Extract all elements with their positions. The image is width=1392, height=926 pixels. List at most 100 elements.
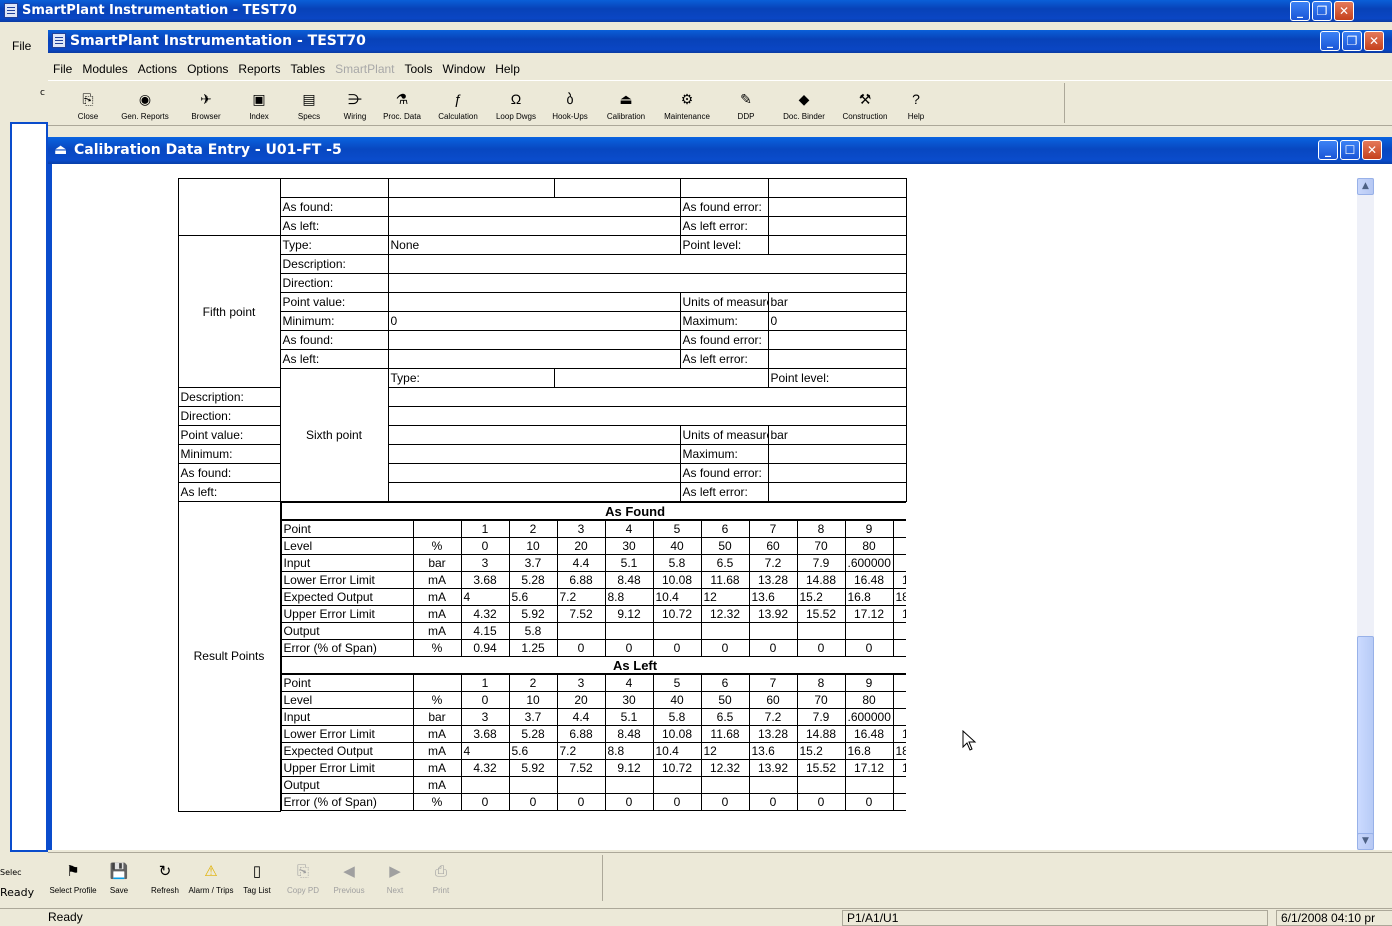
form-input[interactable] [767, 463, 907, 483]
tag-list-button[interactable]: ▯ Tag List [234, 855, 280, 899]
sixth-type-select[interactable] [553, 368, 769, 388]
result-cell[interactable] [796, 622, 846, 640]
copy-pd-button[interactable]: ⎘ Copy PD [280, 855, 326, 899]
fifth-units-value[interactable]: bar [767, 292, 907, 312]
save-button[interactable]: 💾 Save [96, 855, 142, 899]
inner-minimize-button[interactable]: _ [1320, 31, 1340, 51]
menu-item-smartplant[interactable]: SmartPlant [330, 62, 399, 76]
result-cell[interactable] [844, 776, 894, 794]
menu-item-file[interactable]: File [48, 62, 77, 76]
child-close-button[interactable]: ✕ [1362, 140, 1382, 160]
result-cell[interactable] [556, 776, 606, 794]
result-cell[interactable] [508, 776, 558, 794]
form-input[interactable] [387, 349, 681, 369]
outer-file-menu[interactable]: File [12, 39, 31, 53]
toolbar-proc-data-button[interactable]: ⚗ Proc. Data [376, 83, 428, 123]
maintenance-icon: ⚙ [680, 91, 694, 107]
child-minimize-button[interactable]: _ [1318, 140, 1338, 160]
menu-item-modules[interactable]: Modules [77, 62, 132, 76]
toolbar-construction-button[interactable]: ⚒ Construction [834, 83, 896, 123]
toolbar-index-button[interactable]: ▣ Index [234, 83, 284, 123]
result-cell[interactable] [844, 622, 894, 640]
refresh-button[interactable]: ↻ Refresh [142, 855, 188, 899]
child-maximize-button[interactable]: ☐ [1340, 140, 1360, 160]
form-input[interactable] [767, 197, 907, 217]
form-input[interactable] [767, 330, 907, 350]
form-input[interactable] [767, 216, 907, 236]
fifth-maximum-value[interactable]: 0 [767, 311, 907, 331]
toolbar-hook-ups-button[interactable]: ბ Hook-Ups [544, 83, 596, 123]
fifth-minimum-value[interactable]: 0 [387, 311, 681, 331]
result-cell[interactable] [604, 776, 654, 794]
form-input[interactable] [387, 273, 907, 293]
result-cell[interactable]: 5.8 [508, 622, 558, 640]
toolbar-calibration-button[interactable]: ⏏ Calibration [596, 83, 656, 123]
result-cell[interactable] [892, 776, 906, 794]
alarm-trips-button[interactable]: ⚠ Alarm / Trips [188, 855, 234, 899]
scroll-up-button[interactable]: ▲ [1357, 178, 1374, 195]
menu-item-reports[interactable]: Reports [233, 62, 285, 76]
previous-button[interactable]: ◀ Previous [326, 855, 372, 899]
toolbar-doc-binder-button[interactable]: ◆ Doc. Binder [774, 83, 834, 123]
menu-item-window[interactable]: Window [438, 62, 491, 76]
form-input[interactable] [387, 330, 681, 350]
toolbar-browser-button[interactable]: ✈ Browser [178, 83, 234, 123]
wiring-icon: ⋺ [348, 91, 362, 107]
result-cell[interactable] [604, 622, 654, 640]
toolbar-loop-dwgs-button[interactable]: Ω Loop Dwgs [488, 83, 544, 123]
outer-restore-button[interactable]: ❐ [1312, 1, 1332, 21]
result-cell[interactable] [796, 776, 846, 794]
result-cell: 7.2 [556, 742, 606, 760]
form-input[interactable] [767, 444, 907, 464]
form-input[interactable] [387, 425, 681, 445]
menu-item-actions[interactable]: Actions [133, 62, 182, 76]
form-input[interactable] [387, 216, 681, 236]
inner-restore-button[interactable]: ❐ [1342, 31, 1362, 51]
result-cell[interactable] [556, 622, 606, 640]
toolbar-button-label: DDP [737, 112, 755, 121]
form-input[interactable] [387, 197, 681, 217]
toolbar-calculation-button[interactable]: ƒ Calculation [428, 83, 488, 123]
toolbar-specs-button[interactable]: ▤ Specs [284, 83, 334, 123]
result-cell[interactable]: 4.15 [460, 622, 510, 640]
result-cell[interactable] [748, 622, 798, 640]
vertical-scrollbar[interactable]: ▲ ▼ [1356, 178, 1374, 850]
outer-minimize-button[interactable]: _ [1290, 1, 1310, 21]
result-cell[interactable] [700, 622, 750, 640]
form-input[interactable] [767, 482, 907, 502]
form-input[interactable] [387, 292, 681, 312]
toolbar-gen-reports-button[interactable]: ◉ Gen. Reports [112, 83, 178, 123]
inner-close-button[interactable]: ✕ [1364, 31, 1384, 51]
sixth-units-value[interactable]: bar [767, 425, 907, 445]
result-cell[interactable] [892, 622, 906, 640]
menu-item-tools[interactable]: Tools [400, 62, 438, 76]
form-input[interactable] [387, 254, 907, 274]
fifth-type-select[interactable]: None [387, 235, 681, 255]
form-input[interactable] [387, 387, 907, 407]
form-input[interactable] [767, 235, 907, 255]
scroll-down-button[interactable]: ▼ [1357, 833, 1374, 850]
print-button[interactable]: ⎙ Print [418, 855, 464, 899]
result-cell[interactable] [748, 776, 798, 794]
toolbar-ddp-button[interactable]: ✎ DDP [718, 83, 774, 123]
next-button[interactable]: ▶ Next [372, 855, 418, 899]
outer-close-button[interactable]: ✕ [1334, 1, 1354, 21]
toolbar-help-button[interactable]: ? Help [896, 83, 936, 123]
menu-item-options[interactable]: Options [182, 62, 233, 76]
form-input[interactable] [387, 482, 681, 502]
toolbar-maintenance-button[interactable]: ⚙ Maintenance [656, 83, 718, 123]
result-cell[interactable] [652, 622, 702, 640]
select-profile-button[interactable]: ⚑ Select Profile [49, 855, 96, 899]
menu-item-tables[interactable]: Tables [285, 62, 330, 76]
result-cell[interactable] [460, 776, 510, 794]
result-cell[interactable] [652, 776, 702, 794]
toolbar-close-button[interactable]: ⎘ Close [64, 83, 112, 123]
menu-item-help[interactable]: Help [490, 62, 525, 76]
form-input[interactable] [387, 463, 681, 483]
toolbar-wiring-button[interactable]: ⋺ Wiring [334, 83, 376, 123]
scroll-thumb[interactable] [1357, 636, 1374, 846]
result-cell[interactable] [700, 776, 750, 794]
form-input[interactable] [387, 406, 907, 426]
form-input[interactable] [387, 444, 681, 464]
form-input[interactable] [767, 349, 907, 369]
